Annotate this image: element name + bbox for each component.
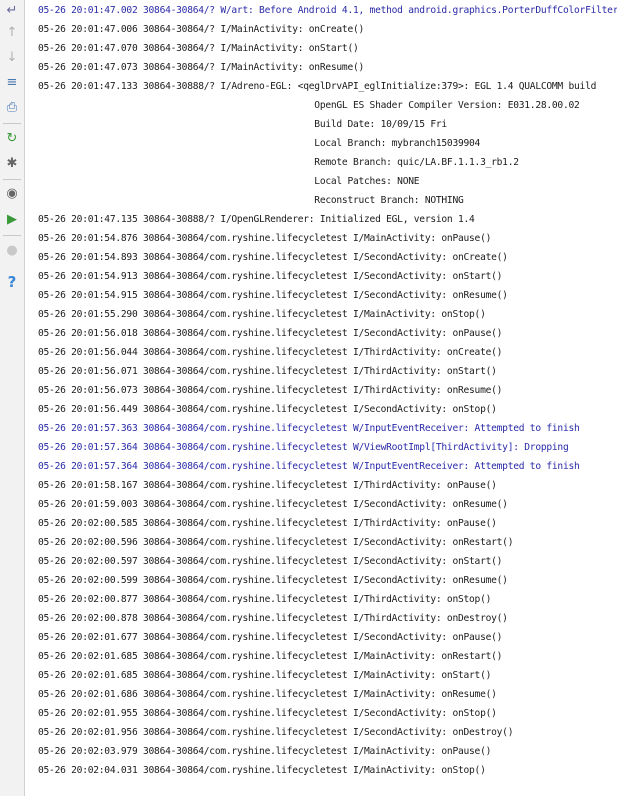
log-line: Build Date: 10/09/15 Fri [38,119,447,130]
logcat-toolbar: ↵ ↑ ↓ ≡ ⎙ ↻ ✱ ◉ ▶ ● ? [0,0,25,796]
log-line: 05-26 20:01:55.290 30864-30864/com.ryshi… [38,309,486,320]
log-line: 05-26 20:02:01.677 30864-30864/com.ryshi… [38,632,503,643]
screen-capture-icon[interactable]: ◉ [3,185,21,203]
log-line: Reconstruct Branch: NOTHING [38,195,464,206]
log-line: 05-26 20:01:57.364 30864-30864/com.ryshi… [38,461,580,472]
log-line: Local Patches: NONE [38,176,420,187]
log-line: 05-26 20:02:00.585 30864-30864/com.ryshi… [38,518,497,529]
scroll-up-icon[interactable]: ↑ [3,24,21,42]
toolbar-divider [3,179,21,180]
log-line: Remote Branch: quic/LA.BF.1.1.3_rb1.2 [38,157,519,168]
log-line: 05-26 20:01:56.044 30864-30864/com.ryshi… [38,347,503,358]
log-line: 05-26 20:02:00.599 30864-30864/com.ryshi… [38,575,508,586]
log-line: 05-26 20:01:47.135 30864-30888/? I/OpenG… [38,214,475,225]
log-line: 05-26 20:01:47.002 30864-30864/? W/art: … [38,5,617,16]
log-line: 05-26 20:01:54.915 30864-30864/com.ryshi… [38,290,508,301]
log-line: 05-26 20:02:04.031 30864-30864/com.ryshi… [38,765,486,776]
log-line: 05-26 20:01:59.003 30864-30864/com.ryshi… [38,499,508,510]
terminate-icon[interactable]: ● [3,242,21,260]
log-line: 05-26 20:01:47.133 30864-30888/? I/Adren… [38,81,597,92]
screen-record-icon[interactable]: ▶ [3,211,21,229]
log-line: 05-26 20:01:56.071 30864-30864/com.ryshi… [38,366,497,377]
logcat-output[interactable]: 05-26 20:01:47.002 30864-30864/? W/art: … [26,0,617,796]
log-line: 05-26 20:01:54.893 30864-30864/com.ryshi… [38,252,508,263]
log-line: 05-26 20:01:58.167 30864-30864/com.ryshi… [38,480,497,491]
log-line: 05-26 20:02:00.597 30864-30864/com.ryshi… [38,556,503,567]
print-icon[interactable]: ⎙ [3,99,21,117]
log-line: OpenGL ES Shader Compiler Version: E031.… [38,100,580,111]
log-line: 05-26 20:02:00.596 30864-30864/com.ryshi… [38,537,514,548]
log-line: 05-26 20:02:00.878 30864-30864/com.ryshi… [38,613,508,624]
log-line: 05-26 20:01:47.006 30864-30864/? I/MainA… [38,24,365,35]
log-line: 05-26 20:01:57.364 30864-30864/com.ryshi… [38,442,569,453]
scroll-down-icon[interactable]: ↓ [3,49,21,67]
settings-icon[interactable]: ✱ [3,155,21,173]
log-line: 05-26 20:02:01.956 30864-30864/com.ryshi… [38,727,514,738]
log-line: 05-26 20:01:56.018 30864-30864/com.ryshi… [38,328,503,339]
log-line: 05-26 20:02:00.877 30864-30864/com.ryshi… [38,594,492,605]
log-line: 05-26 20:01:47.070 30864-30864/? I/MainA… [38,43,359,54]
log-line: 05-26 20:01:54.913 30864-30864/com.ryshi… [38,271,503,282]
filter-settings-icon[interactable]: ≡ [3,74,21,92]
log-line: Local Branch: mybranch15039904 [38,138,481,149]
log-line: 05-26 20:02:03.979 30864-30864/com.ryshi… [38,746,492,757]
log-line: 05-26 20:01:56.449 30864-30864/com.ryshi… [38,404,497,415]
toolbar-divider [3,123,21,124]
toolbar-divider [3,235,21,236]
log-line: 05-26 20:01:56.073 30864-30864/com.ryshi… [38,385,503,396]
log-line: 05-26 20:01:54.876 30864-30864/com.ryshi… [38,233,492,244]
log-line: 05-26 20:02:01.955 30864-30864/com.ryshi… [38,708,497,719]
log-line: 05-26 20:02:01.686 30864-30864/com.ryshi… [38,689,497,700]
log-line: 05-26 20:01:57.363 30864-30864/com.ryshi… [38,423,580,434]
restart-icon[interactable]: ↻ [3,130,21,148]
help-icon[interactable]: ? [3,273,21,291]
log-line: 05-26 20:02:01.685 30864-30864/com.ryshi… [38,670,492,681]
log-line: 05-26 20:02:01.685 30864-30864/com.ryshi… [38,651,503,662]
soft-wraps-icon[interactable]: ↵ [3,2,21,20]
log-line: 05-26 20:01:47.073 30864-30864/? I/MainA… [38,62,365,73]
